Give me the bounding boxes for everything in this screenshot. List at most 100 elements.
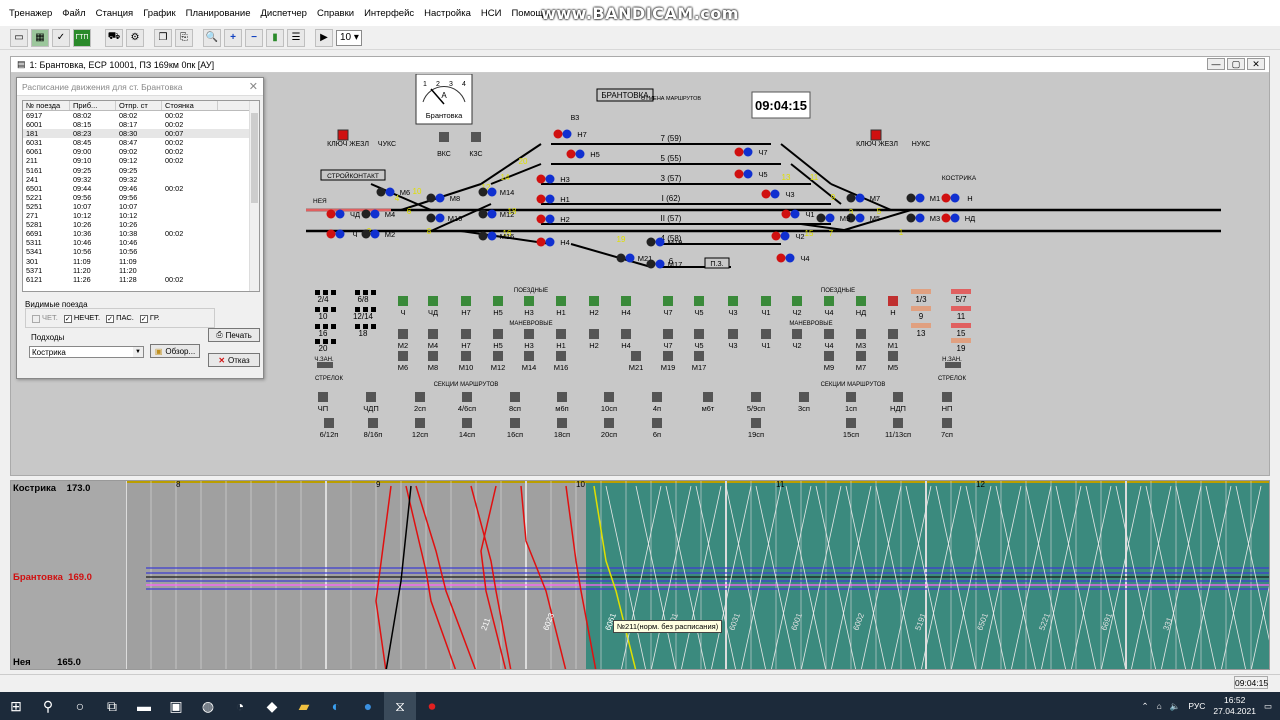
- checkbox-icon[interactable]: ✓: [63, 314, 72, 323]
- table-row[interactable]: 5161 09:25 09:25: [23, 166, 259, 175]
- table-row[interactable]: 6501 09:44 09:46 00:02: [23, 184, 259, 193]
- table-row[interactable]: 6031 08:45 08:47 00:02: [23, 138, 259, 147]
- plus-icon[interactable]: +: [224, 28, 242, 47]
- settings-icon[interactable]: ☰: [287, 28, 305, 47]
- cortana-icon[interactable]: ○: [64, 692, 96, 720]
- gauge-letter: А: [441, 91, 447, 100]
- column-header[interactable]: Отпр. ст: [116, 101, 162, 110]
- volume-icon[interactable]: 🔈: [1170, 701, 1181, 712]
- checkbox-icon[interactable]: ✓: [139, 314, 148, 323]
- table-row[interactable]: 5341 10:56 10:56: [23, 247, 259, 256]
- windows-start-icon[interactable]: ⊞: [0, 692, 32, 720]
- print-button[interactable]: ⎙ Печать: [208, 328, 260, 342]
- close-button[interactable]: ✕: [1247, 58, 1265, 70]
- edge-icon[interactable]: ◐: [320, 692, 352, 720]
- minus-icon[interactable]: −: [245, 28, 263, 47]
- table-row[interactable]: 6121 11:26 11:28 00:02: [23, 275, 259, 284]
- filter-checkbox[interactable]: ✓ ПАС.: [106, 313, 134, 323]
- gear-icon[interactable]: ⚙: [126, 28, 144, 47]
- table-row[interactable]: 5311 10:46 10:46: [23, 238, 259, 247]
- zoom-icon[interactable]: 🔍: [203, 28, 221, 47]
- table-row[interactable]: 181 08:23 08:30 00:07: [23, 129, 259, 139]
- shunting-route-2-button: [694, 351, 704, 361]
- table-row[interactable]: 6061 09:00 09:02 00:02: [23, 147, 259, 156]
- filter-checkbox[interactable]: ЧЕТ.: [32, 313, 58, 323]
- maximize-button[interactable]: ▢: [1227, 58, 1245, 70]
- copy-icon[interactable]: ❐: [154, 28, 172, 47]
- app-icon[interactable]: ●: [352, 692, 384, 720]
- folder-icon[interactable]: ▰: [288, 692, 320, 720]
- zoom-select[interactable]: 10 ▾: [336, 29, 362, 46]
- train-icon[interactable]: ⛟: [105, 28, 123, 47]
- station-icon[interactable]: ▦: [31, 28, 49, 47]
- table-row[interactable]: 241 09:32 09:32: [23, 175, 259, 184]
- task-view-icon[interactable]: ⧉: [96, 692, 128, 720]
- check-icon[interactable]: ✓: [52, 28, 70, 47]
- table-row[interactable]: 271 10:12 10:12: [23, 211, 259, 220]
- table-row[interactable]: 5221 09:56 09:56: [23, 193, 259, 202]
- new-icon[interactable]: ▭: [10, 28, 28, 47]
- table-row[interactable]: 5281 10:26 10:26: [23, 220, 259, 229]
- scrollbar[interactable]: [249, 101, 259, 291]
- table-row[interactable]: 6691 10:36 10:38 00:02: [23, 229, 259, 238]
- clock[interactable]: 16:52 27.04.2021: [1213, 695, 1256, 717]
- train-graph[interactable]: Кострика 173.0 Брантовка 169.0 Нея 165.0…: [10, 480, 1270, 670]
- table-row[interactable]: 301 11:09 11:09: [23, 257, 259, 266]
- chevron-up-icon[interactable]: ⌃: [1142, 701, 1149, 712]
- signal-lamp: [545, 237, 555, 247]
- shunting-route-button: [428, 329, 438, 339]
- hour-tick: 8: [176, 481, 181, 489]
- section-route-label: НП: [942, 404, 953, 413]
- schedule-rows: 6917 08:02 08:02 00:02 6001 08:15 08:17 00:02 18…: [23, 111, 259, 284]
- close-icon[interactable]: ✕: [249, 80, 258, 93]
- signal-lamp: [487, 187, 497, 197]
- column-header[interactable]: Стоянка: [162, 101, 218, 110]
- table-row[interactable]: 6917 08:02 08:02 00:02: [23, 111, 259, 120]
- approach-select[interactable]: Кострика ▼: [29, 346, 144, 358]
- checkbox-icon[interactable]: ✓: [106, 314, 115, 323]
- app-icon[interactable]: ◔: [224, 692, 256, 720]
- train-route-button: [824, 296, 834, 306]
- record-icon[interactable]: ⏺: [416, 692, 448, 720]
- table-row[interactable]: 211 09:10 09:12 00:02: [23, 156, 259, 165]
- table-cell: 09:25: [119, 165, 138, 175]
- paste-icon[interactable]: ⎘: [175, 28, 193, 47]
- schedule-table[interactable]: № поезда Приб... Отпр. ст Стоянка 6917 08…: [22, 100, 260, 292]
- minimize-button[interactable]: —: [1207, 58, 1225, 70]
- app-icon[interactable]: ◆: [256, 692, 288, 720]
- section-route-label: 2сп: [414, 404, 426, 413]
- cancel-button[interactable]: ✕ Отказ: [208, 353, 260, 367]
- language-indicator[interactable]: РУС: [1188, 701, 1205, 711]
- train-tooltip: №211(норм. без расписания): [613, 620, 723, 633]
- table-row[interactable]: 6001 08:15 08:17 00:02: [23, 120, 259, 129]
- signal-lamp: [655, 237, 665, 247]
- table-row[interactable]: 5371 11:20 11:20: [23, 266, 259, 275]
- column-header[interactable]: Приб...: [70, 101, 116, 110]
- notification-icon[interactable]: ▭: [1264, 701, 1272, 712]
- switch-label: 18: [359, 329, 368, 338]
- column-header[interactable]: № поезда: [23, 101, 70, 110]
- switch-dot: [371, 290, 376, 295]
- table-cell: [162, 257, 218, 266]
- table-cell: 08:30: [119, 129, 138, 139]
- signal-icon[interactable]: ▮: [266, 28, 284, 47]
- table-row[interactable]: 5251 10:07 10:07: [23, 202, 259, 211]
- scrollbar-thumb[interactable]: [251, 113, 258, 203]
- switch-dot: [331, 324, 336, 329]
- filter-checkbox[interactable]: ✓ НЕЧЕТ.: [63, 313, 100, 323]
- section-route-2-label: 19сп: [748, 430, 764, 439]
- network-icon[interactable]: ⌂: [1157, 701, 1162, 711]
- search-icon[interactable]: ⚲: [32, 692, 64, 720]
- app-icon[interactable]: ▬: [128, 692, 160, 720]
- chevron-down-icon[interactable]: ▼: [133, 347, 143, 357]
- app-icon[interactable]: ▣: [160, 692, 192, 720]
- app-icon[interactable]: ◍: [192, 692, 224, 720]
- filter-checkbox[interactable]: ✓ ГР.: [139, 313, 160, 323]
- checkbox-icon[interactable]: [32, 314, 40, 323]
- signal-label: М14: [500, 188, 515, 197]
- shunting-route-label: М4: [428, 341, 438, 350]
- browse-button[interactable]: ▣ Обзор...: [150, 344, 200, 358]
- green-label-icon[interactable]: ГТП: [73, 28, 91, 47]
- app-icon[interactable]: ⧖: [384, 692, 416, 720]
- play-icon[interactable]: ▶: [315, 28, 333, 47]
